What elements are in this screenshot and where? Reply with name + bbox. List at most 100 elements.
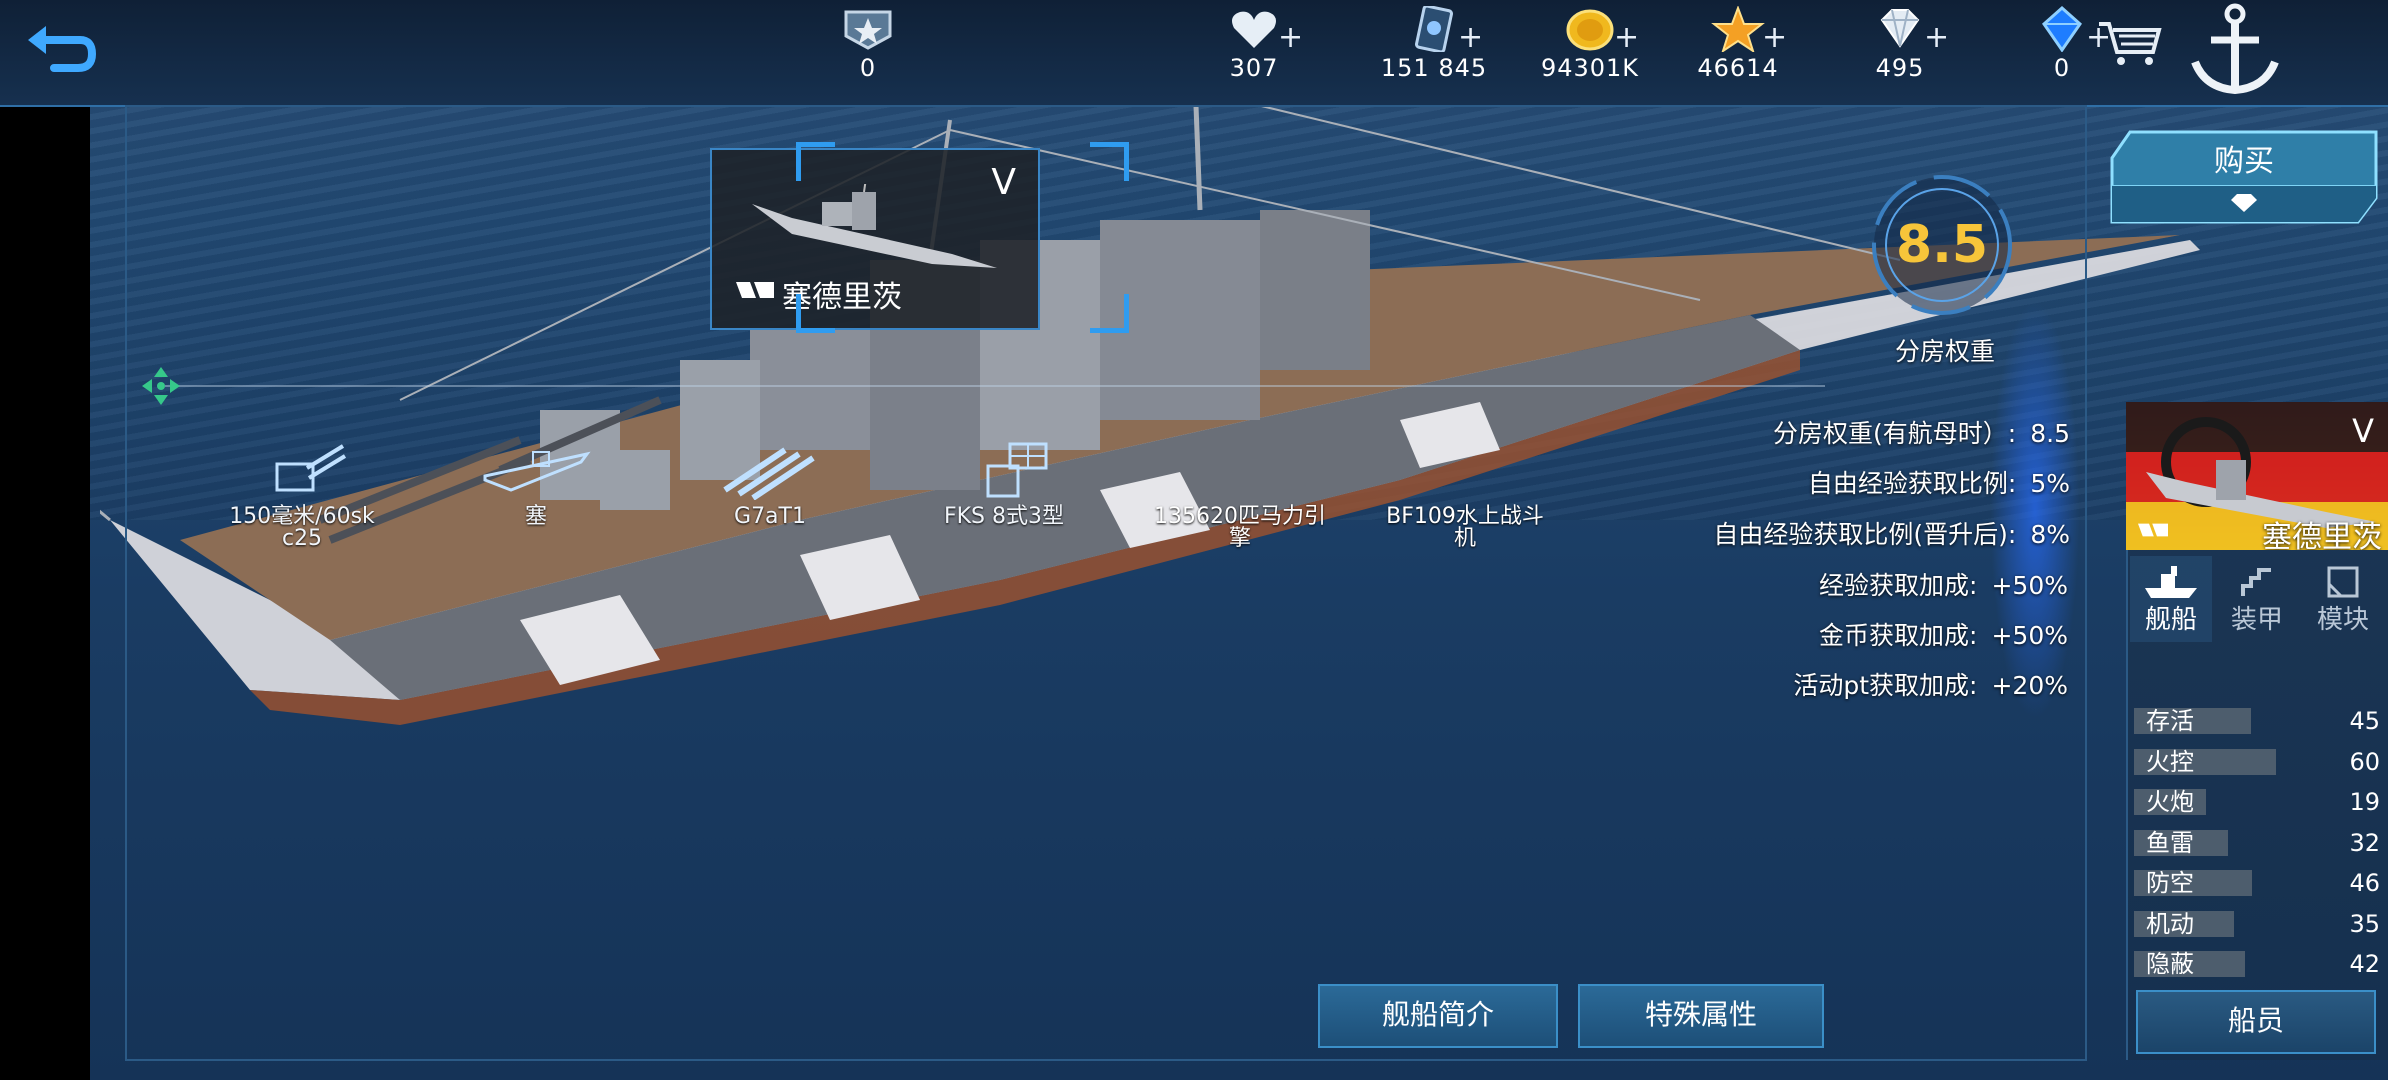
ship-class-icon (2138, 523, 2168, 537)
attribute-name: 火炮 (2146, 788, 2194, 816)
tab-ship-label: 舰船 (2144, 605, 2197, 635)
gold-coin-icon (1566, 9, 1614, 51)
stat-value: +50% (1991, 571, 2068, 600)
equipment-torpedo[interactable]: G7aT1 (690, 440, 850, 528)
engine-label[interactable]: 135620匹马力引擎 (1150, 506, 1330, 550)
star-icon (1711, 6, 1765, 52)
stat-label: 自由经验获取比例: (1807, 469, 2017, 498)
rank-badge-icon (844, 10, 892, 50)
hull-icon (483, 451, 591, 492)
equipment-torpedo-label: G7aT1 (734, 504, 806, 529)
stat-row: 分房权重(有航母时）: 8.5 (1773, 414, 2070, 450)
attribute-name: 隐蔽 (2146, 950, 2194, 978)
stat-value: 8% (2030, 520, 2070, 549)
star-plus-button[interactable]: + (1762, 20, 1787, 55)
resource-rank[interactable]: 0 (788, 6, 948, 82)
resource-star[interactable]: + 46614 (1658, 6, 1818, 82)
resource-card-value: 151 845 (1380, 54, 1488, 82)
resource-diamond[interactable]: + 495 (1820, 6, 1980, 82)
blue-gem-icon (2042, 6, 2082, 52)
card-icon (1414, 6, 1454, 52)
diamond-plus-button[interactable]: + (1924, 20, 1949, 55)
resource-gold-value: 94301K (1540, 54, 1640, 82)
ship-panel-header: V 塞德里茨 (2126, 402, 2388, 550)
stats-glow (1990, 300, 2080, 720)
panel-tabs: 舰船 装甲 模块 (2130, 556, 2386, 644)
crosshair-icon[interactable] (140, 365, 182, 407)
ship-selector-card[interactable]: V 塞德里茨 (710, 148, 1040, 330)
card-plus-button[interactable]: + (1458, 20, 1483, 55)
attribute-name: 机动 (2146, 909, 2194, 938)
rating-caption: 分房权重 (1894, 337, 1995, 366)
attribute-value: 45 (2349, 707, 2380, 735)
crew-button[interactable]: 船员 (2136, 990, 2376, 1054)
resource-heart[interactable]: + 307 (1174, 6, 1334, 82)
attribute-row: 鱼雷 32 (2132, 828, 2382, 858)
module-icon (2327, 566, 2359, 598)
attribute-row: 火炮 19 (2132, 787, 2382, 817)
equipment-radar[interactable]: FKS 8式3型 (924, 440, 1084, 528)
plane-label[interactable]: BF109水上战斗机 (1385, 506, 1545, 550)
stat-value: 8.5 (2030, 419, 2070, 448)
stat-row: 自由经验获取比例: 5% (1808, 464, 2070, 500)
attribute-value: 19 (2349, 788, 2380, 816)
attribute-name: 防空 (2146, 869, 2194, 897)
attribute-row: 防空 46 (2132, 868, 2382, 898)
tab-module[interactable]: 模块 (2302, 556, 2384, 642)
attribute-value: 42 (2349, 950, 2380, 978)
attribute-row: 存活 45 (2132, 706, 2382, 736)
ship-card-tier: V (991, 162, 1016, 203)
equipment-gun-label: 150毫米/60sk c25 (229, 504, 375, 551)
stat-row: 活动pt获取加成: +20% (1793, 666, 2068, 702)
stat-label: 自由经验获取比例(晋升后): (1713, 520, 2017, 549)
panel-ship-name: 塞德里茨 (2262, 520, 2382, 550)
tab-ship[interactable]: 舰船 (2130, 556, 2212, 642)
attribute-value: 60 (2349, 747, 2380, 776)
tab-armor[interactable]: 装甲 (2216, 556, 2298, 642)
back-arrow-icon[interactable] (20, 18, 100, 78)
buy-button[interactable]: 购买 (2108, 128, 2380, 226)
stat-row: 金币获取加成: +50% (1819, 616, 2068, 652)
equipment-hull[interactable]: 塞 (456, 440, 616, 528)
panel-tier: V (2352, 412, 2374, 450)
gold-plus-button[interactable]: + (1614, 20, 1639, 55)
heart-icon (1232, 11, 1276, 49)
ship-icon (2145, 566, 2197, 598)
stat-label: 活动pt获取加成: (1793, 671, 1978, 700)
stat-label: 经验获取加成: (1819, 571, 1978, 600)
heart-plus-button[interactable]: + (1278, 20, 1303, 55)
ship-intro-button[interactable]: 舰船简介 (1318, 984, 1558, 1048)
resource-heart-value: 307 (1229, 54, 1279, 82)
diamond-icon (1880, 9, 1920, 48)
resource-gold[interactable]: + 94301K (1510, 6, 1670, 82)
attribute-row: 机动 35 (2132, 909, 2382, 939)
stat-value: +50% (1991, 621, 2068, 650)
stat-label: 分房权重(有航母时）: (1773, 419, 2017, 448)
attribute-value: 46 (2349, 869, 2380, 897)
armor-icon (2241, 568, 2271, 596)
attribute-row: 隐蔽 42 (2132, 949, 2382, 979)
shop-cart-icon[interactable] (2095, 18, 2165, 68)
resource-card[interactable]: + 151 845 (1354, 6, 1514, 82)
stat-row: 自由经验获取比例(晋升后): 8% (1713, 515, 2070, 551)
equipment-gun[interactable]: 150毫米/60sk c25 (222, 440, 382, 550)
radar-icon (986, 442, 1048, 498)
resource-rank-value: 0 (859, 54, 877, 82)
equipment-hull-label: 塞 (524, 504, 547, 529)
card-corner-bl (796, 294, 835, 333)
torpedo-icon (723, 447, 815, 500)
aim-line (165, 385, 1825, 387)
special-attributes-button[interactable]: 特殊属性 (1578, 984, 1824, 1048)
tab-module-label: 模块 (2316, 605, 2369, 635)
anchor-icon[interactable] (2185, 0, 2285, 100)
gun-turret-icon (275, 444, 347, 492)
ship-class-icon (736, 282, 774, 298)
tab-armor-label: 装甲 (2230, 605, 2283, 635)
stat-value: +20% (1991, 671, 2068, 700)
diamond-icon (2231, 194, 2257, 212)
stat-value: 5% (2030, 469, 2070, 498)
attribute-name: 火控 (2146, 747, 2194, 776)
buy-button-label: 购买 (2214, 144, 2274, 179)
card-corner-tl (796, 142, 835, 181)
ship-thumbnail (752, 184, 997, 268)
